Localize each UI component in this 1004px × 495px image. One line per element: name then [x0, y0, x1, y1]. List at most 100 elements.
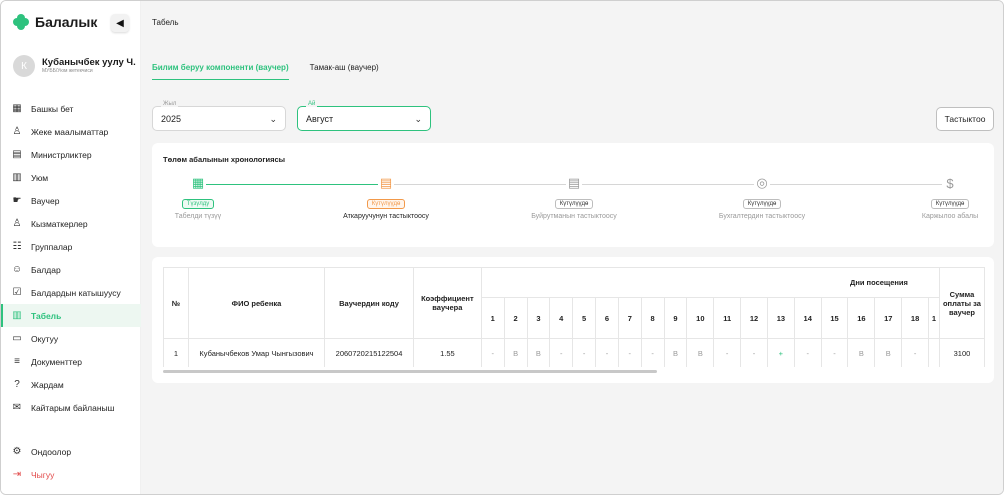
- list-icon: ≡: [14, 356, 20, 367]
- attendance-cell: -: [617, 338, 642, 367]
- day-header: 13: [766, 297, 795, 339]
- timeline-step: ▦ Түзүлдү Табелди түзүү: [143, 175, 253, 221]
- sidebar-item-settings[interactable]: ⚙ Ондоолор: [1, 440, 141, 463]
- year-select-label: Жыл: [161, 101, 179, 107]
- sidebar-item-label: Окутуу: [31, 333, 59, 344]
- sidebar-item-training[interactable]: ▭ Окутуу: [1, 327, 141, 350]
- timeline-step-label: Каржылоо абалы: [921, 213, 979, 220]
- chevron-down-icon: ⌄: [269, 114, 277, 124]
- payment-sum: 3100: [938, 338, 985, 367]
- user-profile[interactable]: К Кубанычбек уулу Ч. МУББ/Уюм жетекчиси: [13, 55, 136, 77]
- timeline-title: Төлөм абалынын хронологиясы: [163, 155, 286, 164]
- attendance-cell: +: [766, 338, 795, 367]
- document-clock-icon: ▤: [378, 175, 394, 191]
- tab-food-voucher[interactable]: Тамак-аш (ваучер): [310, 63, 379, 80]
- col-header-name[interactable]: ФИО ребенка: [187, 267, 326, 339]
- sidebar-item-home[interactable]: ▦ Башкы бет: [1, 97, 141, 120]
- tabel-table-card: № ФИО ребенка Ваучердин коду Коэффициент…: [152, 257, 994, 383]
- tab-education-voucher[interactable]: Билим беруу компоненти (ваучер): [152, 63, 289, 80]
- attendance-cell: -: [713, 338, 742, 367]
- timeline-step: ▤ Күтүлүүдө Буйрутманын тастыктоосу: [519, 175, 629, 221]
- sidebar-item-label: Ваучер: [31, 195, 60, 206]
- status-badge: Күтүлүүдө: [554, 199, 594, 209]
- day-header: 2: [503, 297, 528, 339]
- attendance-cell: В: [847, 338, 876, 367]
- month-select-value: Август: [306, 113, 334, 124]
- sidebar-item-help[interactable]: ? Жардам: [1, 373, 141, 396]
- month-select-label: Ай: [306, 101, 318, 107]
- year-select[interactable]: Жыл 2025 ⌄: [152, 101, 286, 131]
- sidebar-item-label: Кайтарым байланыш: [31, 402, 115, 413]
- day-header: 9: [663, 297, 688, 339]
- day-header: 14: [793, 297, 822, 339]
- day-header: 11: [713, 297, 742, 339]
- sidebar-item-docs[interactable]: ≡ Документтер: [1, 350, 141, 373]
- app-window: Балалык ◀ К Кубанычбек уулу Ч. МУББ/Уюм …: [0, 0, 1004, 495]
- sidebar-item-label: Башкы бет: [31, 103, 74, 114]
- brand: Балалык: [13, 14, 97, 30]
- sidebar-item-tabel[interactable]: ▥ Табель: [1, 304, 141, 327]
- breadcrumb: Табель: [152, 18, 179, 27]
- sidebar-item-label: Группалар: [31, 241, 73, 252]
- sidebar-item-attendance[interactable]: ☑ Балдардын катышуусу: [1, 281, 141, 304]
- col-header-sum: Сумма оплаты за ваучер: [938, 267, 985, 339]
- sidebar-item-feedback[interactable]: ✉ Кайтарым байланыш: [1, 396, 141, 419]
- day-header: 16: [847, 297, 876, 339]
- sidebar-item-personal[interactable]: ♙ Жеке маалыматтар: [1, 120, 141, 143]
- col-header-num: №: [163, 267, 189, 339]
- sidebar-nav-bottom: ⚙ Ондоолор ⇥ Чыгуу: [1, 440, 141, 486]
- dollar-circle-icon: $: [942, 175, 958, 191]
- sidebar-item-label: Ондоолор: [31, 446, 72, 457]
- day-header: 6: [595, 297, 619, 339]
- sidebar-item-org[interactable]: ▥ Уюм: [1, 166, 141, 189]
- col-header-days: Дни посещения: [480, 267, 940, 298]
- sidebar-item-label: Кызматкерлер: [31, 218, 88, 229]
- user-name: Кубанычбек уулу Ч.: [42, 57, 136, 68]
- sidebar-item-staff[interactable]: ♙ Кызматкерлер: [1, 212, 141, 235]
- chat-icon: ✉: [12, 402, 22, 413]
- avatar: К: [13, 55, 35, 77]
- timeline-step-label: Буйрутманын тастыктоосу: [531, 213, 617, 220]
- status-badge: Күтүлүүдө: [742, 199, 782, 209]
- attendance-cell: В: [503, 338, 528, 367]
- sidebar-item-groups[interactable]: ☷ Группалар: [1, 235, 141, 258]
- timeline-step-label: Аткаруучунун тастыктоосу: [343, 213, 429, 220]
- sidebar-item-label: Жардам: [31, 379, 64, 390]
- attendance-cell: -: [549, 338, 574, 367]
- timeline-step: $ Күтүлүүдө Каржылоо абалы: [895, 175, 1003, 221]
- day-header: 17: [874, 297, 903, 339]
- horizontal-scrollbar[interactable]: [163, 370, 657, 373]
- attendance-cell: -: [820, 338, 849, 367]
- user-icon: ♙: [12, 126, 22, 137]
- sidebar-item-label: Чыгуу: [31, 469, 55, 480]
- day-header: 7: [617, 297, 642, 339]
- table-scroll-area[interactable]: № ФИО ребенка Ваучердин коду Коэффициент…: [163, 267, 985, 367]
- sidebar-item-logout[interactable]: ⇥ Чыгуу: [1, 463, 141, 486]
- status-badge: Күтүлүүдө: [366, 199, 406, 209]
- year-select-value: 2025: [161, 113, 182, 124]
- attendance-cell: -: [740, 338, 768, 367]
- table-row[interactable]: 1 Кубанычбеков Умар Чынгызович 20607202151…: [163, 338, 985, 367]
- col-header-coef: Коэффициент ваучера: [412, 267, 482, 339]
- brand-name: Балалык: [35, 14, 98, 30]
- sidebar-item-label: Балдардын катышуусу: [31, 287, 121, 298]
- journal-icon: ▥: [12, 310, 22, 321]
- building-icon: ▥: [12, 172, 22, 183]
- attendance-cell: В: [874, 338, 903, 367]
- day-header: 15: [820, 297, 849, 339]
- attendance-cell: -: [480, 338, 505, 367]
- sidebar-nav: ▦ Башкы бет ♙ Жеке маалыматтар ▤ Министрликте…: [1, 97, 141, 419]
- attendance-cell: В: [686, 338, 715, 367]
- voucher-code: 2060720215122504: [324, 338, 414, 367]
- sidebar-item-children[interactable]: ☺ Балдар: [1, 258, 141, 281]
- month-select[interactable]: Ай Август ⌄: [297, 101, 431, 131]
- collapse-sidebar-button[interactable]: ◀: [111, 14, 129, 32]
- col-header-code[interactable]: Ваучердин коду: [324, 267, 414, 339]
- sidebar-item-ministries[interactable]: ▤ Министрликтер: [1, 143, 141, 166]
- confirm-button[interactable]: Тастыктоо: [936, 107, 994, 131]
- logout-icon: ⇥: [12, 469, 22, 480]
- question-icon: ?: [14, 379, 20, 390]
- attendance-table: № ФИО ребенка Ваучердин коду Коэффициент…: [163, 267, 985, 367]
- sidebar-item-voucher[interactable]: ☛ Ваучер: [1, 189, 141, 212]
- attendance-cell: -: [640, 338, 665, 367]
